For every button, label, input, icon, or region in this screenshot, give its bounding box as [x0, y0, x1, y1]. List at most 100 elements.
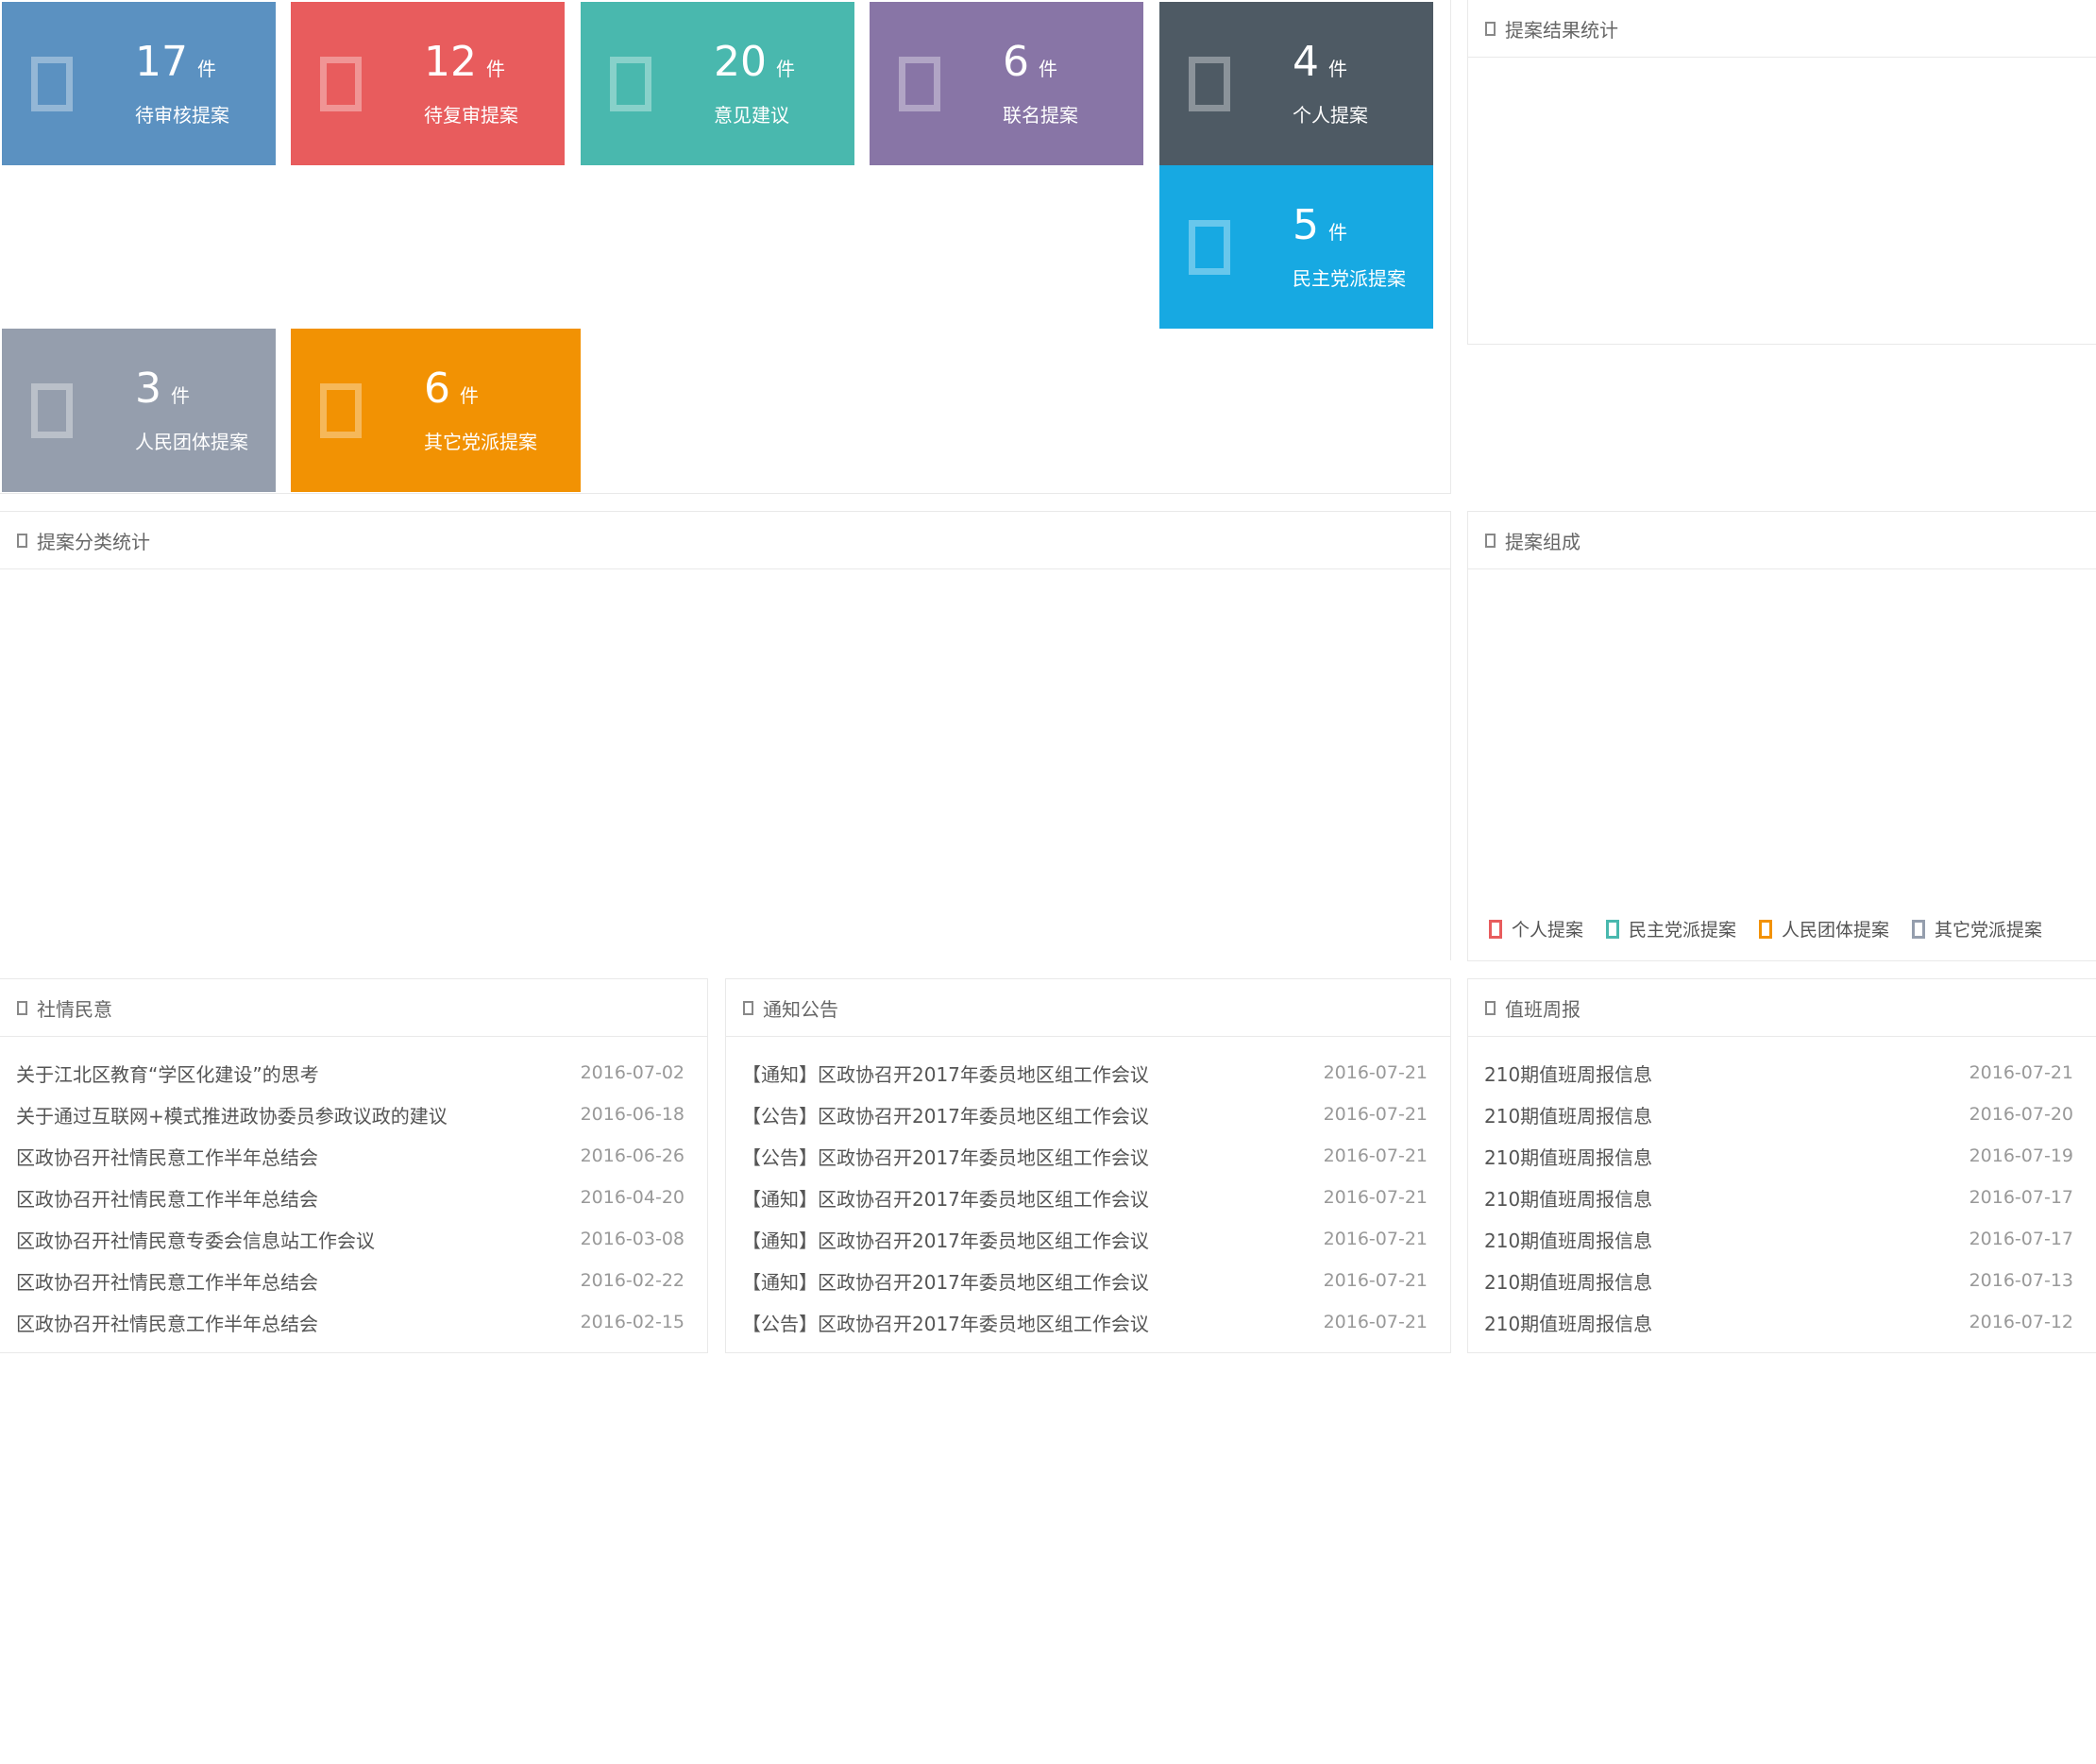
tile-label: 意见建议	[714, 104, 789, 127]
chart-icon	[17, 533, 27, 548]
legend-item[interactable]: 人民团体提案	[1759, 916, 1889, 941]
tile-suggestions[interactable]: 20 件意见建议	[581, 2, 854, 165]
list-item[interactable]: 210期值班周报信息 2016-07-12	[1468, 1301, 2096, 1343]
duty-report-list: 210期值班周报信息 2016-07-21 210期值班周报信息 2016-07-20…	[1468, 1037, 2096, 1343]
panel-header: 提案组成	[1468, 512, 2096, 569]
list-icon	[743, 1000, 753, 1015]
panel-header: 提案分类统计	[0, 512, 1450, 569]
list-item-title[interactable]: 210期值班周报信息	[1484, 1143, 1652, 1170]
list-item-date: 2016-02-15	[580, 1312, 685, 1332]
result-stats-panel: 提案结果统计	[1467, 0, 2096, 345]
tile-label: 待复审提案	[424, 104, 518, 127]
chart-icon	[1485, 21, 1496, 36]
tile-count: 12 件	[424, 38, 505, 86]
tile-unit: 件	[197, 58, 216, 80]
legend-item[interactable]: 其它党派提案	[1912, 916, 2042, 941]
list-item-title[interactable]: 【公告】区政协召开2017年委员地区组工作会议	[742, 1143, 1149, 1170]
list-item-title[interactable]: 区政协召开社情民意工作半年总结会	[16, 1267, 318, 1295]
list-item-title[interactable]: 关于通过互联网+模式推进政协委员参政议政的建议	[16, 1101, 448, 1128]
list-item[interactable]: 【公告】区政协召开2017年委员地区组工作会议 2016-07-21	[726, 1301, 1450, 1343]
panel-title: 通知公告	[763, 997, 838, 1021]
list-item[interactable]: 【通知】区政协召开2017年委员地区组工作会议 2016-07-21	[726, 1052, 1450, 1094]
panel-header: 通知公告	[726, 979, 1450, 1037]
list-item-title[interactable]: 【公告】区政协召开2017年委员地区组工作会议	[742, 1101, 1149, 1128]
document-icon	[899, 57, 940, 111]
tile-unit: 件	[1039, 58, 1057, 80]
list-item-title[interactable]: 【通知】区政协召开2017年委员地区组工作会议	[742, 1226, 1149, 1253]
list-item[interactable]: 【公告】区政协召开2017年委员地区组工作会议 2016-07-21	[726, 1135, 1450, 1177]
list-item-date: 2016-07-19	[1969, 1145, 2073, 1166]
tile-unit: 件	[486, 58, 505, 80]
list-item-date: 2016-07-13	[1969, 1270, 2073, 1291]
list-item-title[interactable]: 关于江北区教育“学区化建设”的思考	[16, 1060, 319, 1087]
list-item-date: 2016-07-21	[1323, 1145, 1428, 1166]
list-item[interactable]: 区政协召开社情民意工作半年总结会 2016-02-15	[0, 1301, 707, 1343]
list-item-date: 2016-07-21	[1323, 1270, 1428, 1291]
list-item[interactable]: 【通知】区政协召开2017年委员地区组工作会议 2016-07-21	[726, 1177, 1450, 1218]
list-item-title[interactable]: 【通知】区政协召开2017年委员地区组工作会议	[742, 1184, 1149, 1212]
composition-legend: 个人提案 民主党派提案 人民团体提案 其它党派提案	[1489, 916, 2042, 941]
list-item-date: 2016-07-17	[1969, 1229, 2073, 1249]
tile-people-group-proposals[interactable]: 3 件人民团体提案	[2, 329, 276, 492]
list-item[interactable]: 区政协召开社情民意专委会信息站工作会议 2016-03-08	[0, 1218, 707, 1260]
list-item-title[interactable]: 【通知】区政协召开2017年委员地区组工作会议	[742, 1060, 1149, 1087]
tile-pending-recheck[interactable]: 12 件待复审提案	[291, 2, 565, 165]
list-item-title[interactable]: 210期值班周报信息	[1484, 1060, 1652, 1087]
list-item-title[interactable]: 210期值班周报信息	[1484, 1226, 1652, 1253]
panel-title: 值班周报	[1505, 997, 1580, 1021]
list-item-title[interactable]: 【通知】区政协召开2017年委员地区组工作会议	[742, 1267, 1149, 1295]
tile-unit: 件	[460, 384, 479, 407]
tile-count: 17 件	[135, 38, 216, 86]
tile-unit: 件	[776, 58, 795, 80]
list-item-title[interactable]: 区政协召开社情民意工作半年总结会	[16, 1184, 318, 1212]
panel-title: 提案结果统计	[1505, 18, 1618, 42]
list-item-title[interactable]: 【公告】区政协召开2017年委员地区组工作会议	[742, 1309, 1149, 1336]
list-item-title[interactable]: 210期值班周报信息	[1484, 1101, 1652, 1128]
document-icon	[31, 57, 73, 111]
tile-unit: 件	[1328, 58, 1347, 80]
legend-label: 人民团体提案	[1782, 920, 1890, 941]
list-item-title[interactable]: 210期值班周报信息	[1484, 1184, 1652, 1212]
list-item[interactable]: 210期值班周报信息 2016-07-19	[1468, 1135, 2096, 1177]
list-item-title[interactable]: 区政协召开社情民意专委会信息站工作会议	[16, 1226, 375, 1253]
list-item[interactable]: 210期值班周报信息 2016-07-17	[1468, 1218, 2096, 1260]
tile-pending-review[interactable]: 17 件待审核提案	[2, 2, 276, 165]
panel-header: 社情民意	[0, 979, 707, 1037]
list-item-title[interactable]: 210期值班周报信息	[1484, 1267, 1652, 1295]
tile-democratic-party-proposals[interactable]: 5 件民主党派提案	[1159, 165, 1433, 329]
list-item[interactable]: 210期值班周报信息 2016-07-17	[1468, 1177, 2096, 1218]
legend-label: 民主党派提案	[1629, 920, 1737, 941]
list-item-date: 2016-02-22	[580, 1270, 685, 1291]
tile-joint-proposals[interactable]: 6 件联名提案	[870, 2, 1143, 165]
document-icon	[610, 57, 651, 111]
tile-personal-proposals[interactable]: 4 件个人提案	[1159, 2, 1433, 165]
list-item[interactable]: 关于通过互联网+模式推进政协委员参政议政的建议 2016-06-18	[0, 1094, 707, 1135]
category-stats-panel: 提案分类统计	[0, 511, 1451, 960]
tile-other-party-proposals[interactable]: 6 件其它党派提案	[291, 329, 581, 492]
list-item-title[interactable]: 区政协召开社情民意工作半年总结会	[16, 1143, 318, 1170]
list-item-title[interactable]: 210期值班周报信息	[1484, 1309, 1652, 1336]
list-item[interactable]: 区政协召开社情民意工作半年总结会 2016-04-20	[0, 1177, 707, 1218]
list-item[interactable]: 210期值班周报信息 2016-07-21	[1468, 1052, 2096, 1094]
list-item-title[interactable]: 区政协召开社情民意工作半年总结会	[16, 1309, 318, 1336]
legend-item[interactable]: 个人提案	[1489, 916, 1583, 941]
social-opinion-list: 关于江北区教育“学区化建设”的思考 2016-07-02 关于通过互联网+模式推进政…	[0, 1037, 707, 1343]
list-item[interactable]: 【公告】区政协召开2017年委员地区组工作会议 2016-07-21	[726, 1094, 1450, 1135]
legend-label: 个人提案	[1512, 920, 1584, 941]
legend-swatch-icon	[1759, 919, 1773, 939]
document-icon	[320, 57, 362, 111]
list-item[interactable]: 区政协召开社情民意工作半年总结会 2016-06-26	[0, 1135, 707, 1177]
panel-title: 提案分类统计	[37, 530, 150, 553]
list-item[interactable]: 区政协召开社情民意工作半年总结会 2016-02-22	[0, 1260, 707, 1301]
tile-label: 联名提案	[1003, 104, 1078, 127]
list-item-date: 2016-06-18	[580, 1104, 685, 1125]
list-item[interactable]: 【通知】区政协召开2017年委员地区组工作会议 2016-07-21	[726, 1218, 1450, 1260]
list-item-date: 2016-03-08	[580, 1229, 685, 1249]
chart-icon	[1485, 533, 1496, 548]
list-item[interactable]: 【通知】区政协召开2017年委员地区组工作会议 2016-07-21	[726, 1260, 1450, 1301]
list-item[interactable]: 关于江北区教育“学区化建设”的思考 2016-07-02	[0, 1052, 707, 1094]
legend-item[interactable]: 民主党派提案	[1606, 916, 1736, 941]
list-item[interactable]: 210期值班周报信息 2016-07-13	[1468, 1260, 2096, 1301]
list-item[interactable]: 210期值班周报信息 2016-07-20	[1468, 1094, 2096, 1135]
list-item-date: 2016-07-02	[580, 1062, 685, 1083]
